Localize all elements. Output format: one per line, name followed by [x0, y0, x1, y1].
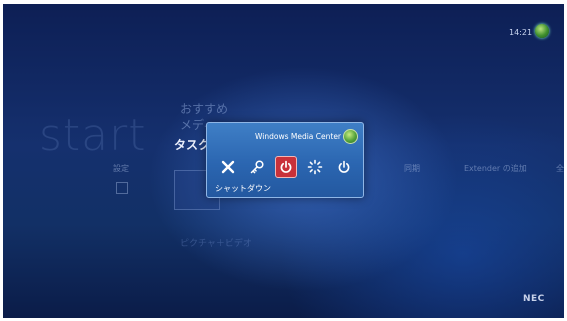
selected-option-label: シャットダウン — [215, 184, 271, 193]
start-menu-title: start — [39, 110, 147, 161]
windows-media-center-logo-icon[interactable] — [535, 24, 549, 38]
menu-item-tasks[interactable]: タスク — [174, 136, 210, 153]
task-item-settings[interactable]: 設定 — [113, 163, 129, 174]
power-icon — [338, 160, 350, 173]
media-center-logo-icon — [343, 129, 358, 144]
task-item-all[interactable]: 全 — [556, 163, 564, 174]
brand-logo: NEC — [523, 294, 545, 304]
close-button[interactable] — [217, 156, 239, 178]
menu-item-recommended[interactable]: おすすめ — [180, 100, 228, 117]
power-button[interactable] — [333, 156, 355, 178]
checkbox-icon — [116, 182, 128, 194]
dialog-title: Windows Media Center — [255, 132, 342, 141]
power-options — [216, 156, 356, 180]
power-shutdown-icon — [280, 160, 292, 173]
shutdown-button[interactable] — [275, 156, 297, 178]
lock-button[interactable] — [246, 156, 268, 178]
shutdown-dialog: Windows Media Center シャットダウン — [206, 122, 364, 198]
task-item-add-extender[interactable]: Extender の追加 — [464, 163, 527, 174]
menu-item-pictures-videos[interactable]: ピクチャ＋ビデオ — [180, 236, 252, 249]
media-center-screen: 14:21 start おすすめ メディ タスク 設定 同期 Extender … — [3, 4, 564, 318]
sleep-icon — [307, 159, 323, 175]
close-icon — [221, 160, 235, 174]
task-item-sync[interactable]: 同期 — [404, 163, 420, 174]
sleep-button[interactable] — [304, 156, 326, 178]
key-icon — [250, 160, 264, 174]
clock: 14:21 — [509, 28, 533, 37]
